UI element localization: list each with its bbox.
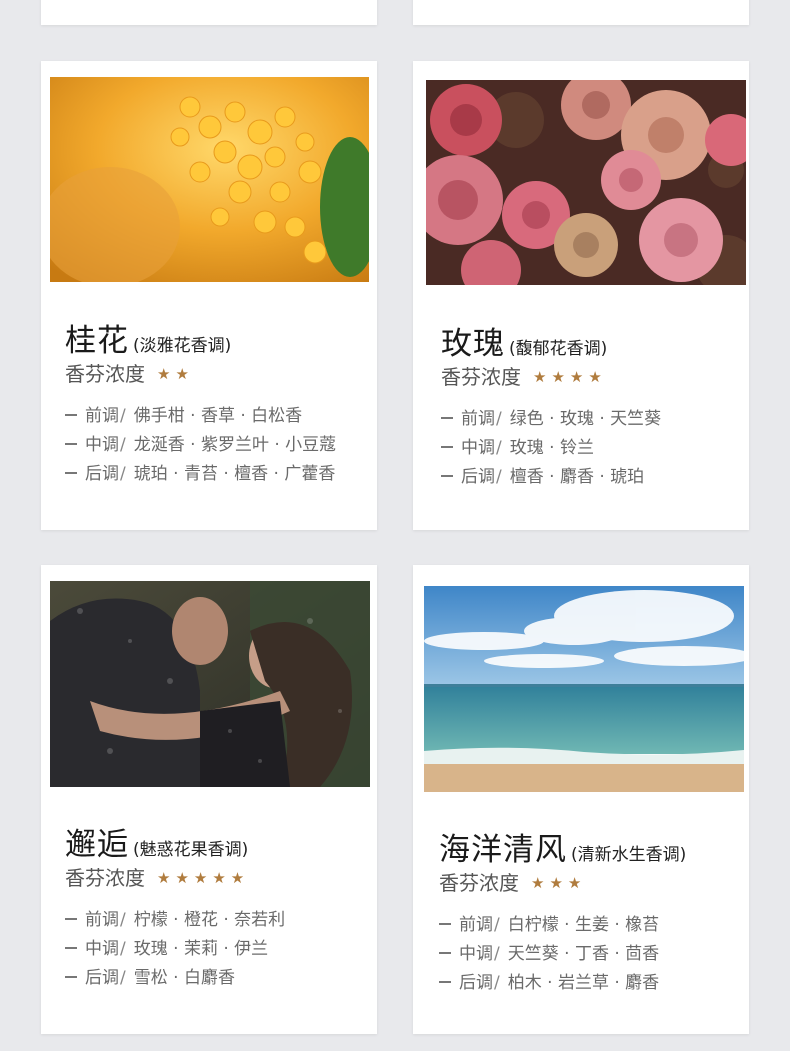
note-value: 白柠檬 · 生姜 · 橡苔 [507,915,660,935]
note-label: 前调 [459,915,493,935]
note-label: 后调 [461,467,495,487]
note-value: 柠檬 · 橙花 · 奈若利 [133,910,286,930]
note-row-middle: 中调/ 玫瑰 · 铃兰 [441,434,661,463]
dash-icon [439,952,451,954]
note-label: 中调 [459,944,493,964]
intensity-row: 香芬浓度 ★★ [65,358,194,387]
dash-icon [65,414,77,416]
note-value: 绿色 · 玫瑰 · 天竺葵 [509,409,662,429]
fragrance-name: 玫瑰 [441,326,505,362]
card-title: 玫瑰 (馥郁花香调) [441,318,607,363]
note-row-top: 前调/ 绿色 · 玫瑰 · 天竺葵 [441,405,661,434]
dash-icon [441,417,453,419]
fragrance-card-osmanthus[interactable]: 桂花 (淡雅花香调) 香芬浓度 ★★ 前调/佛手柑 · 香草 · 白松香 中调/龙涎… [41,61,377,530]
note-label: 中调 [85,435,119,455]
note-separator: / [494,944,500,964]
card-title: 海洋清风 (清新水生香调) [439,824,686,869]
note-row-base: 后调/ 琥珀 · 青苔 · 檀香 · 广藿香 [65,460,336,489]
fragrance-card-ocean-breeze[interactable]: 海洋清风 (清新水生香调) 香芬浓度 ★★★ 前调/白柠檬 · 生姜 · 橡苔 中调… [413,565,749,1034]
notes-list: 前调/柠檬 · 橙花 · 奈若利 中调/玫瑰 · 茉莉 · 伊兰 后调/雪松 ·… [65,906,285,993]
fragrance-family: (清新水生香调) [571,845,687,865]
dash-icon [65,947,77,949]
fragrance-family: (淡雅花香调) [133,336,232,356]
note-value: 龙涎香 · 紫罗兰叶 · 小豆蔻 [133,435,337,455]
note-value: 玫瑰 · 茉莉 · 伊兰 [133,939,269,959]
note-row-top: 前调/ 白柠檬 · 生姜 · 橡苔 [439,911,659,940]
note-value: 天竺葵 · 丁香 · 茴香 [507,944,660,964]
dash-icon [441,446,453,448]
fragrance-name: 海洋清风 [439,832,567,868]
star-rating-icon: ★★★★ [533,368,607,386]
intensity-row: 香芬浓度 ★★★★★ [65,862,249,891]
note-separator: / [496,467,502,487]
note-label: 后调 [85,464,119,484]
note-value: 雪松 · 白麝香 [133,968,235,988]
note-row-top: 前调/ 佛手柑 · 香草 · 白松香 [65,402,336,431]
note-row-middle: 中调/ 玫瑰 · 茉莉 · 伊兰 [65,935,285,964]
intensity-label: 香芬浓度 [439,871,519,895]
note-row-base: 后调/ 柏木 · 岩兰草 · 麝香 [439,969,659,998]
dash-icon [439,923,451,925]
card-partial-right [413,0,749,25]
notes-list: 前调/佛手柑 · 香草 · 白松香 中调/龙涎香 · 紫罗兰叶 · 小豆蔻 后调… [65,402,336,489]
note-separator: / [496,409,502,429]
note-label: 后调 [459,973,493,993]
note-separator: / [496,438,502,458]
card-title: 桂花 (淡雅花香调) [65,315,231,360]
note-row-top: 前调/ 柠檬 · 橙花 · 奈若利 [65,906,285,935]
intensity-label: 香芬浓度 [65,362,145,386]
note-value: 檀香 · 麝香 · 琥珀 [509,467,645,487]
note-label: 前调 [85,910,119,930]
dash-icon [441,475,453,477]
intensity-row: 香芬浓度 ★★★★ [441,361,607,390]
note-label: 前调 [85,406,119,426]
note-value: 琥珀 · 青苔 · 檀香 · 广藿香 [133,464,336,484]
fragrance-name: 邂逅 [65,827,129,863]
fragrance-card-encounter[interactable]: 邂逅 (魅惑花果香调) 香芬浓度 ★★★★★ 前调/柠檬 · 橙花 · 奈若利 中调… [41,565,377,1034]
fragrance-card-rose[interactable]: 玫瑰 (馥郁花香调) 香芬浓度 ★★★★ 前调/绿色 · 玫瑰 · 天竺葵 中调/玫… [413,61,749,530]
note-label: 前调 [461,409,495,429]
note-value: 玫瑰 · 铃兰 [509,438,594,458]
note-separator: / [120,968,126,988]
note-row-middle: 中调/ 龙涎香 · 紫罗兰叶 · 小豆蔻 [65,431,336,460]
star-rating-icon: ★★★★★ [157,869,250,887]
dash-icon [65,918,77,920]
star-rating-icon: ★★★ [531,874,587,892]
note-label: 后调 [85,968,119,988]
dash-icon [65,976,77,978]
note-value: 柏木 · 岩兰草 · 麝香 [507,973,660,993]
fragrance-name: 桂花 [65,323,129,359]
note-label: 中调 [461,438,495,458]
fragrance-family: (魅惑花果香调) [133,840,249,860]
dash-icon [65,443,77,445]
ocean-photo [424,586,744,792]
notes-list: 前调/白柠檬 · 生姜 · 橡苔 中调/天竺葵 · 丁香 · 茴香 后调/柏木 … [439,911,659,998]
dash-icon [439,981,451,983]
intensity-label: 香芬浓度 [441,365,521,389]
card-title: 邂逅 (魅惑花果香调) [65,819,248,864]
dash-icon [65,472,77,474]
note-row-base: 后调/ 檀香 · 麝香 · 琥珀 [441,463,661,492]
note-separator: / [120,435,126,455]
note-separator: / [120,939,126,959]
note-separator: / [120,406,126,426]
star-rating-icon: ★★ [157,365,194,383]
couple-photo [50,581,370,787]
note-separator: / [120,464,126,484]
note-separator: / [494,915,500,935]
card-partial-left [41,0,377,25]
note-row-middle: 中调/ 天竺葵 · 丁香 · 茴香 [439,940,659,969]
osmanthus-photo [50,77,369,282]
note-separator: / [120,910,126,930]
intensity-row: 香芬浓度 ★★★ [439,867,586,896]
note-label: 中调 [85,939,119,959]
rose-photo [426,80,746,285]
note-separator: / [494,973,500,993]
note-value: 佛手柑 · 香草 · 白松香 [133,406,303,426]
intensity-label: 香芬浓度 [65,866,145,890]
note-row-base: 后调/ 雪松 · 白麝香 [65,964,285,993]
notes-list: 前调/绿色 · 玫瑰 · 天竺葵 中调/玫瑰 · 铃兰 后调/檀香 · 麝香 ·… [441,405,661,492]
fragrance-family: (馥郁花香调) [509,339,608,359]
